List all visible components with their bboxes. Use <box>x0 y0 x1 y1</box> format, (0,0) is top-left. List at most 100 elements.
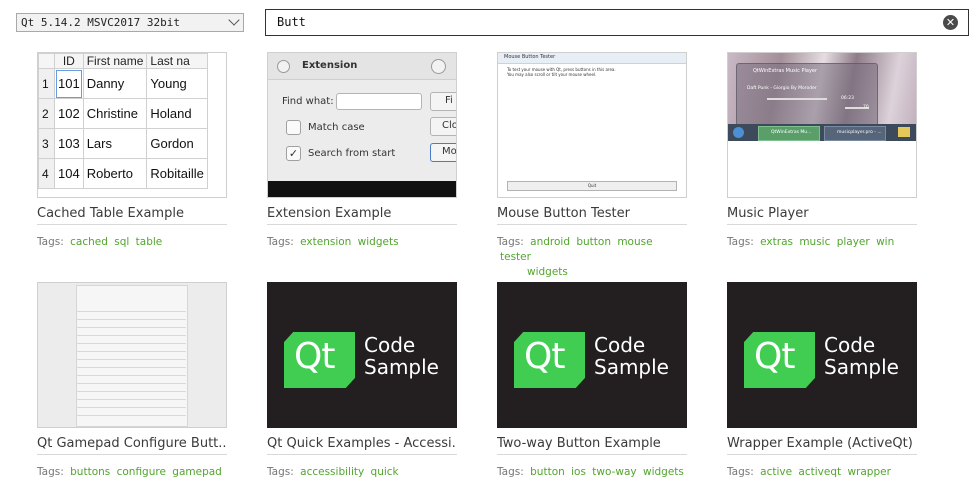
row-number: 2 <box>38 98 55 129</box>
search-value: Butt <box>277 15 306 29</box>
example-title[interactable]: Wrapper Example (ActiveQt) <box>727 436 917 451</box>
qt-version-select[interactable]: Qt 5.14.2 MSVC2017 32bit <box>16 13 244 32</box>
qt-logo-text: Qt <box>754 336 795 377</box>
taskbar: QtWinExtras Mu... musicplayer.pro - ... <box>728 124 916 141</box>
player-window: QtWinExtras Music Player Daft Punk - Gio… <box>736 63 878 127</box>
example-title[interactable]: Two-way Button Example <box>497 436 687 451</box>
tags-label: Tags: <box>267 466 294 478</box>
button-label: Quit <box>587 183 597 188</box>
tag-link[interactable]: ios <box>571 466 586 478</box>
tag-link[interactable]: active <box>760 466 792 478</box>
tag-link[interactable]: widgets <box>527 266 568 278</box>
button-label: Fi <box>445 95 453 106</box>
tag-link[interactable]: two-way <box>592 466 636 478</box>
qt-logo-icon: Qt <box>284 332 355 388</box>
tag-link[interactable]: gamepad <box>172 466 222 478</box>
tag-link[interactable]: extension <box>300 236 351 248</box>
qt-logo-icon: Qt <box>744 332 815 388</box>
taskbar-label: QtWinExtras Mu... <box>771 130 812 135</box>
example-thumbnail[interactable]: Mouse Button Tester To test your mouse w… <box>497 52 687 198</box>
tag-link[interactable]: activeqt <box>798 466 841 478</box>
tag-link[interactable]: widgets <box>358 236 399 248</box>
example-title[interactable]: Cached Table Example <box>37 206 227 221</box>
tag-link[interactable]: button <box>576 236 611 248</box>
code-sample-thumbnail: Qt Code Sample <box>727 282 917 428</box>
search-input[interactable]: Butt ✕ <box>265 9 969 36</box>
tags-label: Tags: <box>37 236 64 248</box>
tag-link[interactable]: accessibility <box>300 466 364 478</box>
tag-link[interactable]: wrapper <box>847 466 890 478</box>
example-title[interactable]: Music Player <box>727 206 917 221</box>
example-thumbnail[interactable]: Qt Code Sample <box>497 282 687 428</box>
example-tags: Tags: button ios two-way widgets <box>497 465 687 480</box>
example-title[interactable]: Extension Example <box>267 206 457 221</box>
tag-link[interactable]: win <box>876 236 894 248</box>
checkbox-icon <box>286 120 301 135</box>
tag-link[interactable]: mouse <box>617 236 652 248</box>
example-thumbnail[interactable]: Extension Find what: Fi Match case Clo ✓… <box>267 52 457 198</box>
tag-link[interactable]: buttons <box>70 466 110 478</box>
table-cell: Gordon <box>146 128 208 159</box>
start-icon <box>733 127 744 138</box>
tag-link[interactable]: widgets <box>643 466 684 478</box>
tags-label: Tags: <box>267 236 294 248</box>
tag-link[interactable]: quick <box>371 466 399 478</box>
tag-link[interactable]: cached <box>70 236 108 248</box>
button-label: Mo <box>442 146 457 157</box>
dialog-button: Fi <box>430 92 456 111</box>
tag-link[interactable]: configure <box>117 466 166 478</box>
example-title[interactable]: Mouse Button Tester <box>497 206 687 221</box>
example-thumbnail[interactable]: ID First name Last na 1 101 Danny Young … <box>37 52 227 198</box>
table-cell: Danny <box>82 68 148 99</box>
example-tags: Tags: android button mouse tester widget… <box>497 235 687 280</box>
qt-logo-text: Qt <box>294 336 335 377</box>
dark-strip <box>268 181 456 197</box>
quit-button: Quit <box>507 181 677 191</box>
button-label: Clo <box>442 120 457 131</box>
sample-text: Sample <box>824 355 899 379</box>
divider <box>267 454 457 455</box>
tag-link[interactable]: extras <box>760 236 793 248</box>
chevron-down-icon <box>431 59 446 74</box>
tag-link[interactable]: android <box>530 236 570 248</box>
code-text: Code <box>594 333 646 357</box>
config-row <box>76 409 186 416</box>
example-thumbnail[interactable]: QtWinExtras Music Player Daft Punk - Gio… <box>727 52 917 198</box>
tag-link[interactable]: player <box>837 236 870 248</box>
table-cell: Christine <box>82 98 148 129</box>
tag-link[interactable]: table <box>136 236 163 248</box>
row-number: 3 <box>38 128 55 159</box>
example-title[interactable]: Qt Gamepad Configure Butt... <box>37 436 227 451</box>
table-cell: 101 <box>54 68 84 99</box>
dialog-button: Mo <box>430 143 457 162</box>
dialog-header: Extension <box>268 53 456 80</box>
qt-logo-text: Qt <box>524 336 565 377</box>
code-sample-text: Code Sample <box>824 334 899 378</box>
tags-label: Tags: <box>727 466 754 478</box>
sample-text: Sample <box>364 355 439 379</box>
track-name: Daft Punk - Giorgio By Moroder <box>747 86 817 91</box>
example-thumbnail[interactable] <box>37 282 227 428</box>
clear-icon[interactable]: ✕ <box>943 15 958 30</box>
table-cell: Roberto <box>82 158 148 189</box>
find-label: Find what: <box>282 96 334 107</box>
config-row <box>76 385 186 392</box>
code-sample-thumbnail: Qt Code Sample <box>267 282 457 428</box>
example-title[interactable]: Qt Quick Examples - Accessi... <box>267 436 457 451</box>
tag-link[interactable]: button <box>530 466 565 478</box>
row-number: 4 <box>38 158 55 189</box>
toolbar: Qt 5.14.2 MSVC2017 32bit Butt ✕ <box>0 0 978 46</box>
config-row <box>76 345 186 352</box>
example-thumbnail[interactable]: Qt Code Sample <box>727 282 917 428</box>
table-cell: 102 <box>54 98 84 129</box>
example-thumbnail[interactable]: Qt Code Sample <box>267 282 457 428</box>
tag-link[interactable]: tester <box>500 251 531 263</box>
blank-area <box>728 141 916 197</box>
tag-link[interactable]: music <box>799 236 830 248</box>
config-row <box>76 401 186 408</box>
tag-link[interactable]: sql <box>114 236 129 248</box>
table-cell: Holand <box>146 98 208 129</box>
circle-icon <box>277 60 290 73</box>
instruction-text: You may also scroll or tilt your mouse w… <box>507 72 597 77</box>
config-row <box>76 305 186 312</box>
